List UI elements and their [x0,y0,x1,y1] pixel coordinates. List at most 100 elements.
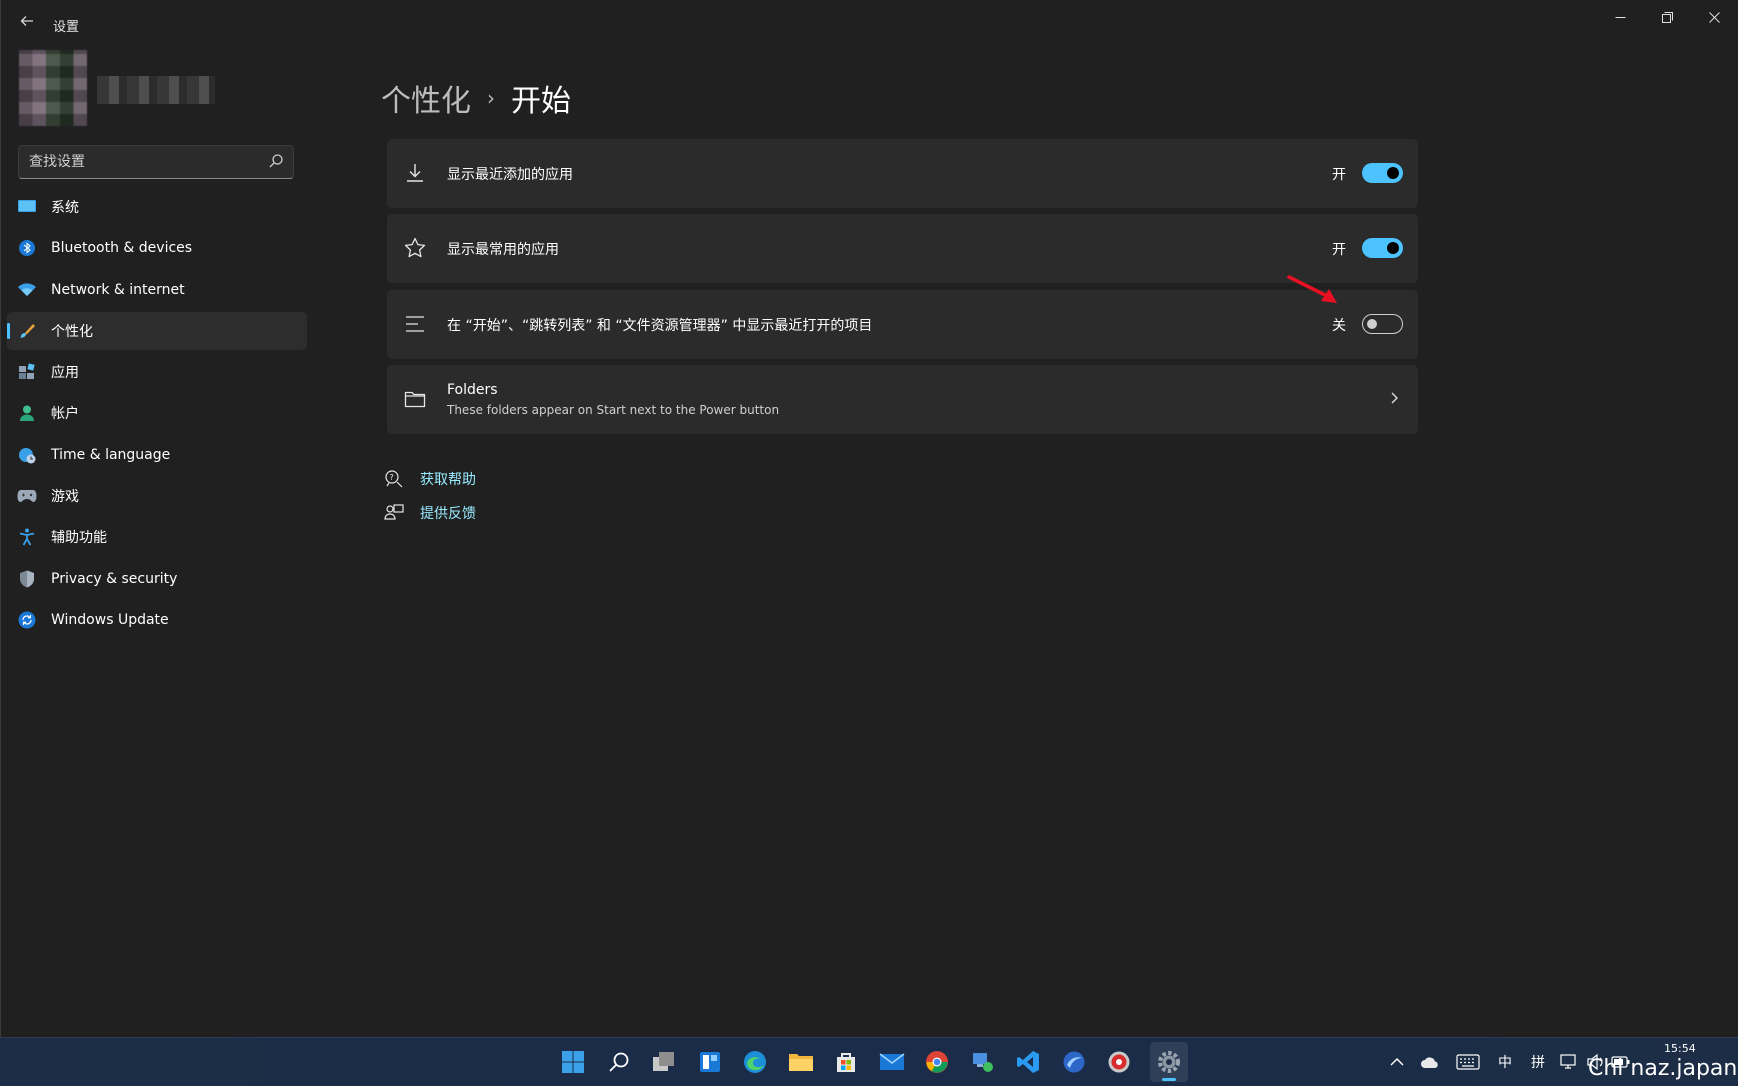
setting-folders[interactable]: Folders These folders appear on Start ne… [387,365,1418,434]
clock-time[interactable]: 15:54 [1664,1042,1696,1055]
vscode-app[interactable] [1014,1048,1042,1076]
window-controls [1597,0,1738,34]
ime-language-indicator[interactable]: 中 [1498,1052,1512,1072]
task-view-icon [653,1052,674,1071]
bluetooth-icon [17,238,37,258]
user-profile[interactable] [19,50,219,126]
windows-logo-icon [562,1051,584,1073]
setting-label: 显示最常用的应用 [447,242,559,258]
record-icon [1108,1051,1130,1073]
globe-icon [1063,1051,1085,1073]
cloud-icon [1421,1057,1438,1068]
sidebar-item-label: Privacy & security [51,570,178,587]
toggle-switch[interactable] [1362,238,1403,258]
star-icon [404,237,426,258]
maximize-button[interactable] [1644,0,1691,34]
sidebar-item-label: 系统 [51,200,79,216]
folder-icon [404,391,426,408]
watermark: Chi naz.japan [1588,1056,1738,1081]
sidebar-item-label: 应用 [51,365,79,382]
search-icon[interactable] [267,152,285,170]
setting-label: 在 “开始”、“跳转列表” 和 “文件资源管理器” 中显示最近打开的项目 [447,318,873,334]
toggle-state-text: 开 [1332,167,1346,183]
back-arrow-icon [20,16,33,26]
setting-show-most-used: 显示最常用的应用 开 [387,214,1418,283]
chrome-icon [926,1051,948,1073]
sidebar-item-accessibility[interactable]: 辅助功能 [7,518,307,556]
sidebar-item-time-language[interactable]: Time & language [7,436,307,474]
sidebar-item-gaming[interactable]: 游戏 [7,477,307,515]
browser-app[interactable] [1060,1048,1088,1076]
gamepad-icon [17,486,37,506]
shield-icon [17,569,37,589]
brush-icon [17,321,37,341]
sidebar-item-network[interactable]: Network & internet [7,271,307,309]
help-chat-icon: ? [385,470,403,488]
edge-app[interactable] [741,1048,769,1076]
sidebar-item-apps[interactable]: 应用 [7,353,307,391]
get-help-link[interactable]: ? 获取帮助 [384,469,476,489]
task-view-button[interactable] [650,1048,678,1076]
network-tray[interactable] [1556,1048,1584,1076]
network-monitor-icon [973,1053,993,1072]
start-button[interactable] [559,1048,587,1076]
taskbar-search-button[interactable] [605,1048,633,1076]
setting-title: Folders [447,382,498,398]
file-explorer-app[interactable] [787,1048,815,1076]
sidebar-item-bluetooth[interactable]: Bluetooth & devices [7,229,307,267]
ime-mode-indicator[interactable]: 拼 [1531,1052,1545,1072]
chrome-app[interactable] [923,1048,951,1076]
edge-icon [744,1051,766,1073]
sidebar-item-label: Bluetooth & devices [51,240,193,257]
mail-icon [879,1053,905,1070]
search-input[interactable] [19,146,259,178]
search-box[interactable] [18,145,294,179]
globe-clock-icon [17,445,37,465]
onedrive-tray[interactable] [1416,1048,1444,1076]
profile-name-blurred [97,76,215,104]
svg-text:?: ? [390,473,394,482]
show-hidden-icons-button[interactable] [1383,1048,1411,1076]
vscode-icon [1017,1051,1039,1073]
page-title: 开始 [511,84,571,119]
store-app[interactable] [832,1048,860,1076]
restore-icon [1662,11,1673,23]
title-bar: 设置 [1,0,1738,48]
settings-window: 设置 系统 Bluetooth & devices [0,0,1738,1037]
toggle-switch[interactable] [1362,163,1403,183]
store-icon [837,1053,855,1072]
sidebar-item-accounts[interactable]: 帐户 [7,394,307,432]
toggle-switch[interactable] [1362,314,1403,334]
gear-icon [1158,1051,1180,1073]
wifi-icon [17,280,37,300]
give-feedback-link[interactable]: 提供反馈 [384,503,476,523]
search-icon [609,1052,629,1072]
annotation-arrow-icon [1287,275,1337,303]
sidebar-item-windows-update[interactable]: Windows Update [7,601,307,639]
minimize-button[interactable] [1597,0,1644,34]
sidebar-item-label: 游戏 [51,489,79,506]
close-button[interactable] [1691,0,1738,34]
sidebar-item-system[interactable]: 系统 [7,188,307,226]
sidebar-item-privacy[interactable]: Privacy & security [7,560,307,598]
feedback-icon [384,504,404,520]
give-feedback-label: 提供反馈 [420,506,476,522]
breadcrumb-parent[interactable]: 个性化 [381,76,471,120]
sidebar-item-personalization[interactable]: 个性化 [7,311,307,350]
taskbar: 中 拼 15:54 [0,1037,1738,1086]
breadcrumb: 个性化 › 开始 [381,76,571,120]
widgets-icon [700,1052,720,1072]
network-tool-app[interactable] [969,1048,997,1076]
apps-icon [17,362,37,382]
settings-app[interactable] [1155,1048,1183,1076]
widgets-button[interactable] [696,1048,724,1076]
recorder-app[interactable] [1105,1048,1133,1076]
sidebar-item-label: 帐户 [51,406,79,423]
sidebar-item-label: Network & internet [51,281,185,298]
toggle-state-text: 关 [1332,318,1346,334]
mail-app[interactable] [878,1048,906,1076]
accessibility-icon [17,527,37,547]
sidebar-item-label: 辅助功能 [51,530,107,547]
touch-keyboard-tray[interactable] [1454,1048,1482,1076]
back-button[interactable] [15,12,39,36]
